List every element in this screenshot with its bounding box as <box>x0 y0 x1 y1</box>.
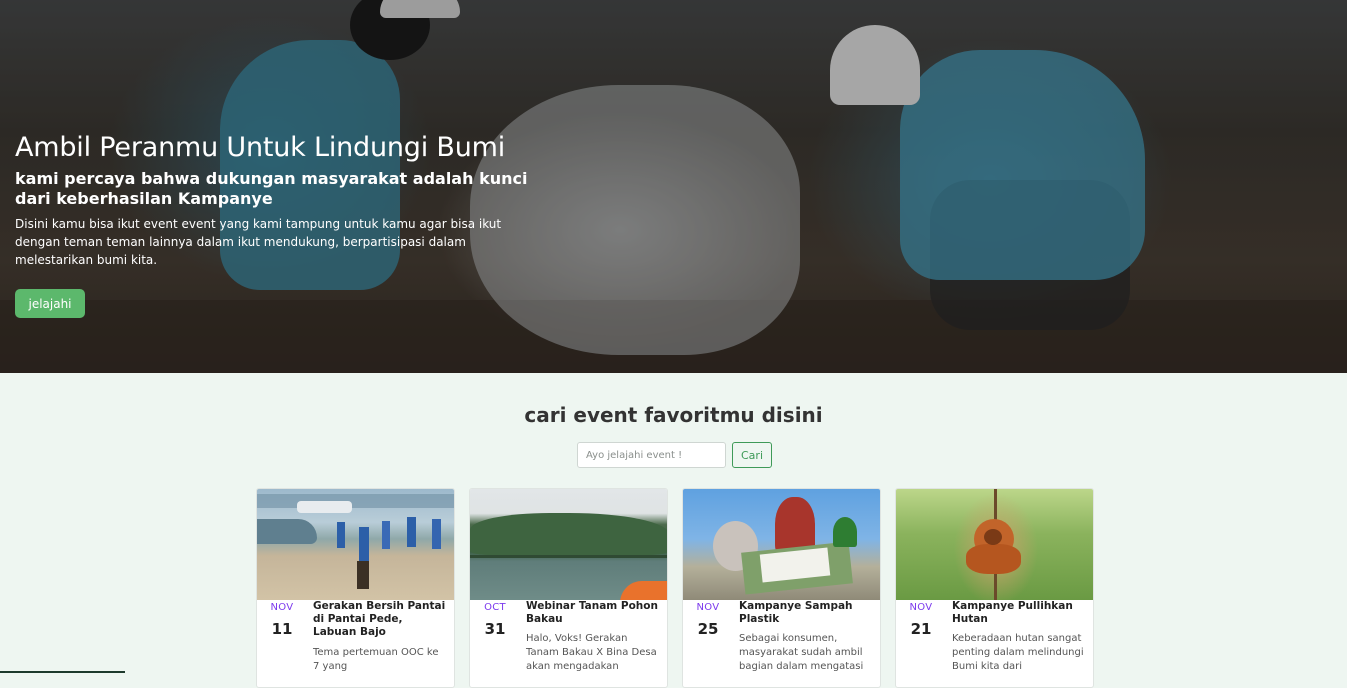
event-card[interactable]: NOV 25 Kampanye Sampah Plastik Sebagai k… <box>682 488 881 688</box>
event-card[interactable]: NOV 11 Gerakan Bersih Pantai di Pantai P… <box>256 488 455 688</box>
event-description: Keberadaan hutan sangat penting dalam me… <box>952 633 1084 672</box>
event-month: NOV <box>909 602 933 613</box>
event-image-orangutan <box>896 489 1093 600</box>
hero-title: Ambil Peranmu Untuk Lindungi Bumi <box>15 132 506 163</box>
hero-subtitle: kami percaya bahwa dukungan masyarakat a… <box>15 169 528 208</box>
jelajahi-button[interactable]: jelajahi <box>15 289 85 318</box>
event-title[interactable]: Kampanye Sampah Plastik <box>739 600 873 626</box>
event-description: Sebagai konsumen, masyarakat sudah ambil… <box>739 633 864 672</box>
hero-content: Ambil Peranmu Untuk Lindungi Bumi kami p… <box>15 131 535 318</box>
event-date: OCT 31 <box>470 602 520 638</box>
event-month: OCT <box>484 602 506 613</box>
event-day: 11 <box>271 620 293 638</box>
search-input[interactable] <box>577 442 726 468</box>
event-day: 25 <box>697 620 719 638</box>
event-title[interactable]: Kampanye Pullihkan Hutan <box>952 600 1086 626</box>
section-heading: cari event favoritmu disini <box>524 403 823 427</box>
event-card[interactable]: NOV 21 Kampanye Pullihkan Hutan Keberada… <box>895 488 1094 688</box>
event-card[interactable]: OCT 31 Webinar Tanam Pohon Bakau Halo, V… <box>469 488 668 688</box>
event-description: Halo, Voks! Gerakan Tanam Bakau X Bina D… <box>526 633 657 672</box>
event-month: NOV <box>270 602 294 613</box>
event-date: NOV 25 <box>683 602 733 638</box>
event-date: NOV 21 <box>896 602 946 638</box>
search-button[interactable]: Cari <box>732 442 772 468</box>
event-image-beach-cleanup <box>257 489 454 600</box>
event-search-section: cari event favoritmu disini Cari NOV 11 … <box>0 373 1347 688</box>
event-title[interactable]: Webinar Tanam Pohon Bakau <box>526 600 660 626</box>
hero-description: Disini kamu bisa ikut event event yang k… <box>15 217 502 267</box>
event-date: NOV 11 <box>257 602 307 638</box>
event-day: 21 <box>910 620 932 638</box>
event-title[interactable]: Gerakan Bersih Pantai di Pantai Pede, La… <box>313 600 447 639</box>
hero-banner: Ambil Peranmu Untuk Lindungi Bumi kami p… <box>0 0 1347 373</box>
event-description: Tema pertemuan OOC ke 7 yang <box>313 647 439 672</box>
event-month: NOV <box>696 602 720 613</box>
event-image-mangrove <box>470 489 667 600</box>
event-day: 31 <box>484 620 506 638</box>
event-image-plastic-protest <box>683 489 880 600</box>
